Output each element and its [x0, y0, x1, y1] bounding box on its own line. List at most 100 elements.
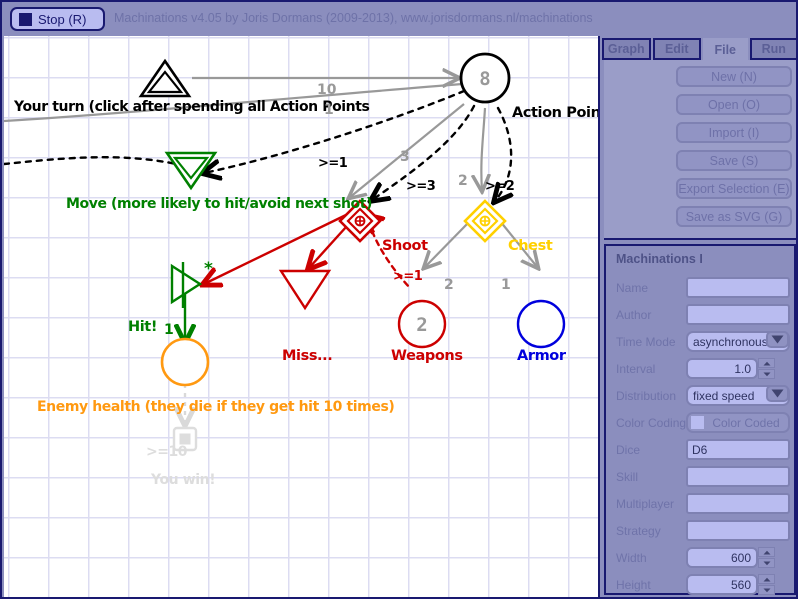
- multiplayer-field[interactable]: [686, 493, 790, 514]
- width-field[interactable]: 600: [686, 547, 758, 568]
- save-button[interactable]: Save (S): [676, 150, 792, 171]
- properties-title: Machinations I: [616, 252, 703, 266]
- node-chest[interactable]: [463, 199, 507, 243]
- property-row-name: Name: [606, 276, 796, 303]
- edge-label-ge2-chest: >=2: [485, 179, 515, 194]
- label-miss: Miss...: [282, 348, 333, 364]
- height-label: Height: [616, 578, 651, 592]
- open-button[interactable]: Open (O): [676, 94, 792, 115]
- label-your-turn: Your turn (click after spending all Acti…: [14, 99, 370, 115]
- property-row-interval: Interval 1.0: [606, 357, 796, 384]
- property-row-dice: Dice D6: [606, 438, 796, 465]
- color-coded-label: Color Coded: [712, 415, 780, 430]
- tab-graph[interactable]: Graph: [602, 38, 651, 60]
- node-weapons[interactable]: 2: [397, 299, 447, 349]
- interval-up-icon[interactable]: [758, 358, 775, 368]
- label-weapons: Weapons: [391, 348, 463, 364]
- dice-label: Dice: [616, 443, 641, 457]
- dice-field[interactable]: D6: [686, 439, 790, 460]
- panel-tabs: Graph Edit File Run: [602, 38, 796, 62]
- chevron-down-icon[interactable]: [766, 385, 789, 402]
- properties-panel: Machinations I Name Author Time Mode asy…: [604, 244, 796, 595]
- stop-button[interactable]: Stop (R): [10, 7, 105, 31]
- tab-file[interactable]: File: [703, 38, 748, 62]
- stop-square-icon: [19, 12, 32, 26]
- diagram-canvas[interactable]: 8 * 2 Your turn (click after spending al…: [4, 36, 600, 597]
- edge-label-ge1-turn: >=1: [318, 156, 348, 171]
- machinations-window: Stop (R) Machinations v4.05 by Joris Dor…: [0, 0, 798, 599]
- import-button[interactable]: Import (I): [676, 122, 792, 143]
- edge-label-ge3-shoot: >=3: [406, 179, 436, 194]
- property-row-height: Height 560: [606, 573, 796, 597]
- interval-down-icon[interactable]: [758, 369, 775, 379]
- node-action-points[interactable]: 8: [459, 52, 511, 104]
- edge-label-three: 3: [400, 149, 410, 165]
- strategy-field[interactable]: [686, 520, 790, 541]
- edge-label-ten: 10: [317, 82, 337, 98]
- property-row-time-mode: Time Mode asynchronous: [606, 330, 796, 357]
- label-hit: Hit!: [128, 319, 158, 335]
- title-bar: Stop (R) Machinations v4.05 by Joris Dor…: [2, 2, 796, 36]
- label-shoot: Shoot: [382, 238, 428, 254]
- time-mode-label: Time Mode: [616, 335, 676, 349]
- multiplayer-label: Multiplayer: [616, 497, 675, 511]
- app-title: Machinations v4.05 by Joris Dormans (200…: [114, 11, 593, 25]
- author-label: Author: [616, 308, 652, 322]
- chevron-down-icon[interactable]: [766, 331, 789, 348]
- property-row-strategy: Strategy: [606, 519, 796, 546]
- label-move: Move (more likely to hit/avoid next shot…: [66, 196, 373, 212]
- label-armor: Armor: [517, 348, 566, 364]
- width-stepper[interactable]: [758, 547, 775, 568]
- height-stepper[interactable]: [758, 574, 775, 595]
- edge-label-one-hit: 1: [164, 322, 174, 338]
- save-as-svg-button[interactable]: Save as SVG (G): [676, 206, 792, 227]
- edge-label-ge1-weapons: >=1: [393, 269, 423, 284]
- side-panel: Graph Edit File Run New (N) Open (O) Imp…: [602, 36, 796, 597]
- diagram-graph: 8 * 2: [4, 52, 566, 452]
- node-armor[interactable]: [516, 299, 566, 349]
- edge-label-one-chest: 1: [501, 277, 511, 293]
- name-field[interactable]: [686, 277, 790, 298]
- edge-label-two-mid: 2: [458, 173, 468, 189]
- export-selection-button[interactable]: Export Selection (E): [676, 178, 792, 199]
- label-you-win: You win!: [151, 472, 216, 488]
- edge-chest-to-weapons: [424, 220, 471, 268]
- new-button[interactable]: New (N): [676, 66, 792, 87]
- hit-star-icon: *: [204, 259, 213, 279]
- label-enemy-health: Enemy health (they die if they get hit 1…: [37, 399, 395, 415]
- property-row-multiplayer: Multiplayer: [606, 492, 796, 519]
- color-coding-label: Color Coding: [616, 416, 687, 430]
- property-row-distribution: Distribution fixed speed: [606, 384, 796, 411]
- color-coded-toggle[interactable]: Color Coded: [686, 412, 790, 433]
- width-label: Width: [616, 551, 647, 565]
- weapons-value: 2: [416, 314, 427, 336]
- interval-field[interactable]: 1.0: [686, 358, 758, 379]
- interval-stepper[interactable]: [758, 358, 775, 379]
- tab-edit[interactable]: Edit: [652, 38, 701, 60]
- distribution-label: Distribution: [616, 389, 677, 403]
- tab-run[interactable]: Run: [749, 38, 796, 60]
- width-down-icon[interactable]: [758, 558, 775, 568]
- edge-label-one-top: 1: [324, 102, 334, 118]
- name-label: Name: [616, 281, 649, 295]
- height-field[interactable]: 560: [686, 574, 758, 595]
- height-up-icon[interactable]: [758, 574, 775, 584]
- node-miss[interactable]: [278, 269, 332, 311]
- skill-field[interactable]: [686, 466, 790, 487]
- node-enemy-health[interactable]: [160, 337, 210, 387]
- property-row-color-coding: Color Coding Color Coded: [606, 411, 796, 438]
- node-your-turn[interactable]: [138, 58, 192, 98]
- file-tab-panel: New (N) Open (O) Import (I) Save (S) Exp…: [604, 60, 796, 240]
- skill-label: Skill: [616, 470, 639, 484]
- height-down-icon[interactable]: [758, 585, 775, 595]
- strategy-label: Strategy: [616, 524, 661, 538]
- action-points-value: 8: [479, 68, 490, 90]
- node-move[interactable]: [164, 151, 218, 191]
- property-row-author: Author: [606, 303, 796, 330]
- width-up-icon[interactable]: [758, 547, 775, 557]
- checkbox-icon[interactable]: [691, 416, 704, 429]
- edge-label-ge10-win: >=10: [146, 444, 187, 460]
- property-row-width: Width 600: [606, 546, 796, 573]
- author-field[interactable]: [686, 304, 790, 325]
- stop-button-label: Stop (R): [38, 11, 87, 27]
